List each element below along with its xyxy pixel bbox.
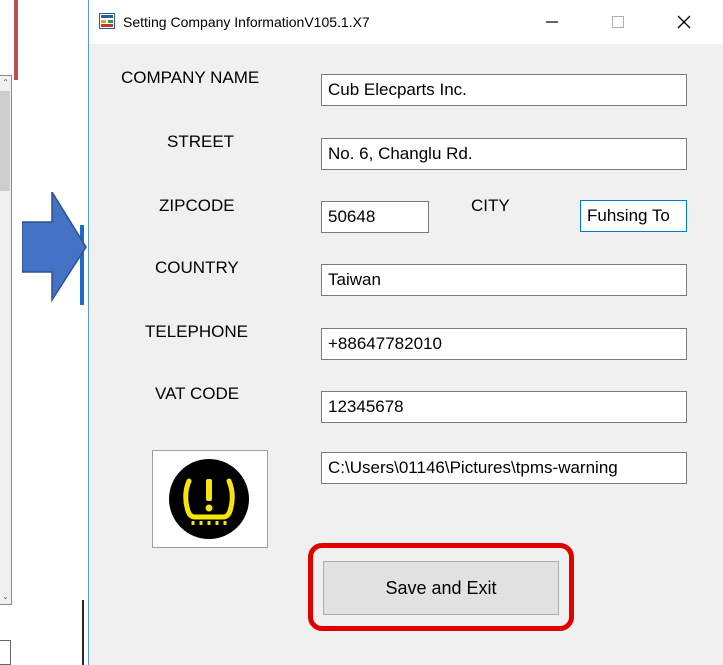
logo-picture-box[interactable] <box>152 450 268 548</box>
tpms-warning-icon <box>153 451 267 547</box>
telephone-label: TELEPHONE <box>145 322 248 341</box>
background-edge <box>82 600 84 665</box>
street-label: STREET <box>167 132 235 151</box>
close-button[interactable] <box>661 0 707 44</box>
company-info-dialog: Setting Company InformationV105.1.X7 COM… <box>88 0 723 665</box>
scrollbar-thumb[interactable] <box>0 91 10 191</box>
app-window-icon <box>99 13 115 29</box>
vat-code-label: VAT CODE <box>155 384 240 403</box>
company-name-field[interactable]: Cub Elecparts Inc. <box>321 74 687 106</box>
close-icon <box>677 15 691 29</box>
city-field[interactable]: Fuhsing To <box>580 200 687 232</box>
background-box <box>0 640 11 665</box>
background-app: ⌃ ⌄ <box>0 0 90 665</box>
save-and-exit-button[interactable]: Save and Exit <box>323 561 559 615</box>
company-name-label: COMPANY NAME <box>121 68 260 87</box>
telephone-field[interactable]: +88647782010 <box>321 328 687 360</box>
minimize-button[interactable] <box>529 0 575 44</box>
country-label: COUNTRY <box>155 258 239 277</box>
pointer-arrow-icon <box>22 192 87 302</box>
maximize-icon <box>612 16 624 28</box>
scroll-down-icon[interactable]: ⌄ <box>0 590 11 604</box>
city-label: CITY <box>471 196 510 215</box>
zipcode-label: ZIPCODE <box>159 196 235 215</box>
window-title: Setting Company InformationV105.1.X7 <box>123 14 370 30</box>
background-accent-line <box>14 0 18 80</box>
zipcode-field[interactable]: 50648 <box>321 201 429 233</box>
scroll-up-icon[interactable]: ⌃ <box>0 76 11 90</box>
street-field[interactable]: No. 6, Changlu Rd. <box>321 138 687 170</box>
maximize-button[interactable] <box>595 0 641 44</box>
minimize-icon <box>546 21 558 23</box>
background-scrollbar[interactable]: ⌃ ⌄ <box>0 75 12 605</box>
logo-path-field[interactable]: C:\Users\01146\Pictures\tpms-warning <box>321 452 687 484</box>
title-bar[interactable]: Setting Company InformationV105.1.X7 <box>89 0 723 44</box>
country-field[interactable]: Taiwan <box>321 264 687 296</box>
vat-code-field[interactable]: 12345678 <box>321 391 687 423</box>
